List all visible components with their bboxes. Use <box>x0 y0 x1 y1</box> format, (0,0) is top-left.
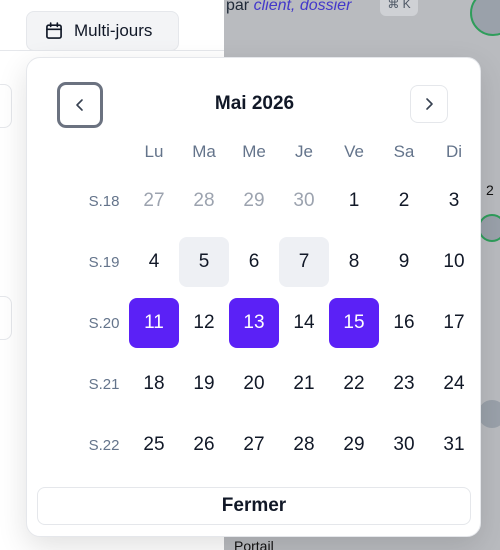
calendar-day[interactable]: 8 <box>329 237 379 287</box>
date-picker-popover: Mai 2026 Lu Ma Me Je Ve Sa Di S.18 27 28 29 30 1 2 3 S.… <box>26 57 481 537</box>
calendar-day[interactable]: 30 <box>279 176 329 226</box>
calendar-day[interactable]: 3 <box>429 176 479 226</box>
weekday-header: Me <box>242 142 266 161</box>
multi-day-toggle-button[interactable]: Multi-jours <box>26 11 179 51</box>
calendar-day[interactable]: 19 <box>179 359 229 409</box>
week-number-label: S.18 <box>88 192 120 210</box>
calendar-day[interactable]: 20 <box>229 359 279 409</box>
background-label: Portail <box>234 538 274 550</box>
calendar-day[interactable]: 16 <box>379 298 429 348</box>
weekday-header: Ve <box>344 142 364 161</box>
close-button[interactable]: Fermer <box>37 487 471 525</box>
calendar-day[interactable]: 28 <box>279 420 329 470</box>
week-number-label: S.21 <box>88 375 120 393</box>
calendar-day[interactable]: 23 <box>379 359 429 409</box>
calendar-day[interactable]: 12 <box>179 298 229 348</box>
calendar-day[interactable]: 28 <box>179 176 229 226</box>
calendar-day[interactable]: 27 <box>229 420 279 470</box>
calendar-day[interactable]: 18 <box>129 359 179 409</box>
weekday-header: Lu <box>144 142 164 161</box>
calendar-day-selected[interactable]: 11 <box>129 298 179 348</box>
calendar-day[interactable]: 25 <box>129 420 179 470</box>
weekday-header: Di <box>445 142 463 161</box>
calendar-day[interactable]: 31 <box>429 420 479 470</box>
assignee-avatar <box>478 214 500 242</box>
calendar-day[interactable]: 24 <box>429 359 479 409</box>
left-panel-field-stub <box>0 84 12 128</box>
calendar-day[interactable]: 27 <box>129 176 179 226</box>
search-placeholder: par client, dossier <box>226 0 352 14</box>
calendar-day[interactable]: 2 <box>379 176 429 226</box>
calendar-day[interactable]: 10 <box>429 237 479 287</box>
calendar-day[interactable]: 26 <box>179 420 229 470</box>
calendar-day[interactable]: 5 <box>179 237 229 287</box>
calendar-day[interactable]: 9 <box>379 237 429 287</box>
left-panel-field-stub <box>0 296 12 340</box>
calendar-day[interactable]: 29 <box>229 176 279 226</box>
multi-day-toggle-label: Multi-jours <box>74 21 153 40</box>
weekday-header: Ma <box>192 142 216 161</box>
week-number-label: S.22 <box>88 436 120 454</box>
side-count: 2 <box>486 182 494 198</box>
chevron-right-icon <box>426 98 433 110</box>
calendar-day[interactable]: 7 <box>279 237 329 287</box>
calendar-icon <box>46 22 62 39</box>
calendar-day[interactable]: 21 <box>279 359 329 409</box>
calendar-day-selected[interactable]: 13 <box>229 298 279 348</box>
calendar-day[interactable]: 22 <box>329 359 379 409</box>
week-number-label: S.20 <box>88 314 120 332</box>
calendar-day[interactable]: 30 <box>379 420 429 470</box>
weekday-header: Sa <box>393 142 415 161</box>
shortcut-badge: ⌘ K <box>380 0 418 16</box>
calendar-day[interactable]: 6 <box>229 237 279 287</box>
calendar-day[interactable]: 4 <box>129 237 179 287</box>
calendar-day[interactable]: 1 <box>329 176 379 226</box>
calendar-day[interactable]: 29 <box>329 420 379 470</box>
weekday-header: Je <box>295 142 313 161</box>
calendar-day[interactable]: 14 <box>279 298 329 348</box>
week-number-label: S.19 <box>88 253 120 271</box>
next-month-button[interactable] <box>410 85 448 123</box>
calendar-day[interactable]: 17 <box>429 298 479 348</box>
assignee-avatar <box>478 400 500 428</box>
calendar-day-selected[interactable]: 15 <box>329 298 379 348</box>
